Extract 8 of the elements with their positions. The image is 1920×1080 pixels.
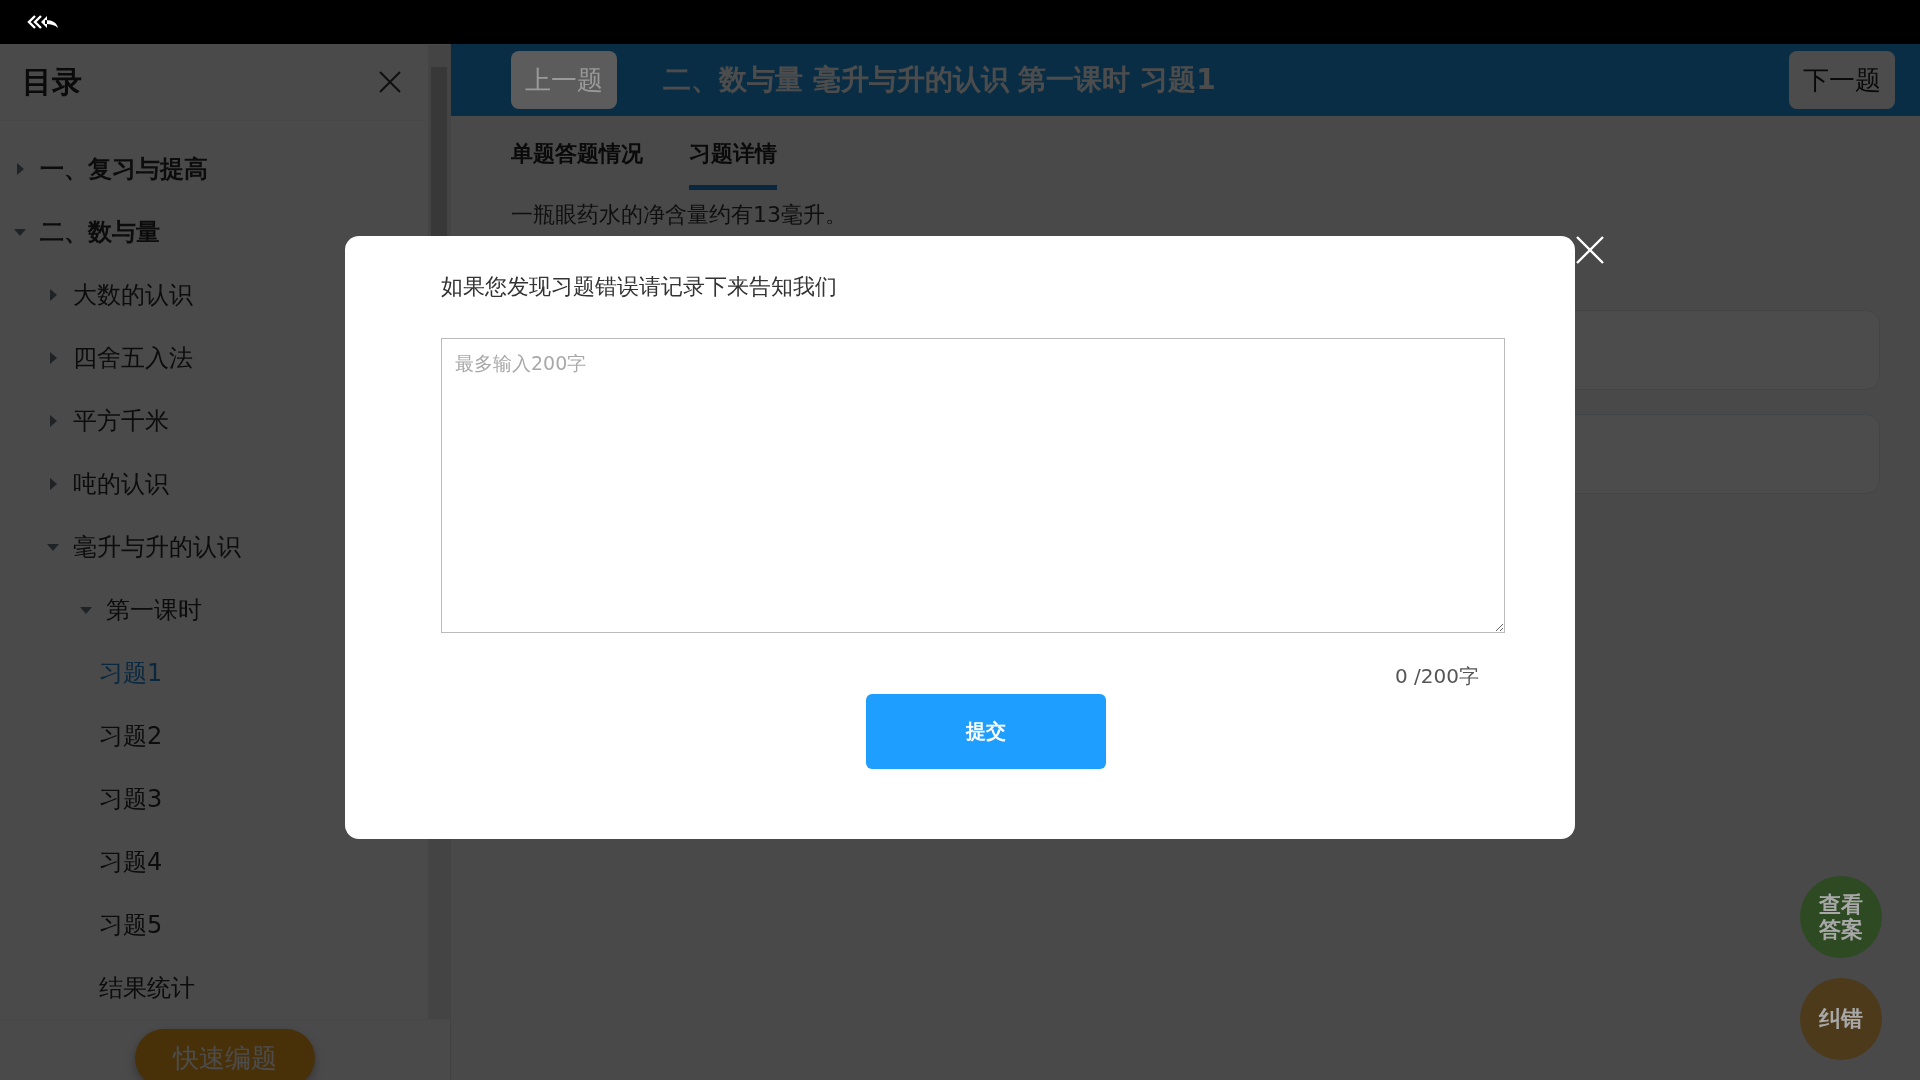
character-counter: 0 /200字 [1395, 663, 1479, 690]
question-text: 一瓶眼药水的净含量约有13毫升。 [511, 201, 848, 229]
dialog-title: 如果您发现习题错误请记录下来告知我们 [441, 273, 838, 301]
feedback-input-field[interactable]: 最多输入200字 [441, 338, 1505, 633]
sidebar-title: 目录 [22, 62, 82, 101]
submit-button[interactable]: 提交 [866, 694, 1106, 769]
page-title: 二、数与量 毫升与升的认识 第一课时 习题1 [663, 62, 1217, 98]
back-icon[interactable] [27, 14, 59, 30]
